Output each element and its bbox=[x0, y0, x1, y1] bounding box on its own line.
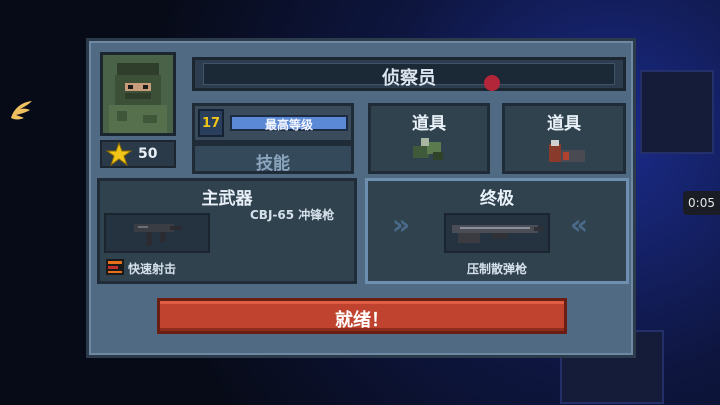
timer-badge: 0:05 bbox=[683, 191, 720, 215]
chevron-left-icon: « bbox=[570, 208, 589, 241]
chevron-right-icon: » bbox=[392, 208, 411, 241]
notification-dot bbox=[484, 75, 500, 91]
character-portrait[interactable] bbox=[100, 52, 176, 136]
primary-weapon-card[interactable]: 主武器 CBJ-65 冲锋枪 快速射击 bbox=[97, 178, 357, 284]
level-badge: 17 bbox=[198, 109, 224, 137]
level-progress-bar: 最高等级 bbox=[230, 115, 348, 132]
primary-weapon-trait: 快速射击 bbox=[128, 262, 177, 276]
rapid-fire-icon bbox=[106, 259, 124, 275]
item-slot-1[interactable]: 道具 bbox=[368, 103, 490, 174]
ammo-icon bbox=[549, 140, 585, 162]
skills-label: 技能 bbox=[256, 154, 290, 174]
star-count: 50 bbox=[138, 146, 158, 162]
ready-label: 就绪！ bbox=[335, 310, 389, 331]
character-name-bar: 侦察员 bbox=[192, 57, 626, 91]
star-counter: 50 bbox=[100, 140, 176, 168]
background-shape bbox=[640, 70, 714, 154]
ultimate-header: 终极 bbox=[480, 189, 514, 209]
item-slot-2-label: 道具 bbox=[547, 114, 581, 134]
skills-button[interactable]: 技能 bbox=[192, 143, 354, 174]
ready-button[interactable]: 就绪！ bbox=[157, 298, 567, 334]
primary-weapon-name: CBJ-65 冲锋枪 bbox=[250, 208, 335, 222]
ultimate-weapon-slot bbox=[444, 213, 550, 253]
item-slot-1-label: 道具 bbox=[412, 114, 446, 134]
wing-icon[interactable] bbox=[8, 98, 34, 124]
level-bar-container: 17 最高等级 bbox=[192, 103, 354, 143]
level-status-label: 最高等级 bbox=[264, 118, 313, 132]
item-slot-2[interactable]: 道具 bbox=[502, 103, 626, 174]
star-icon bbox=[106, 142, 132, 166]
primary-weapon-slot bbox=[104, 213, 210, 253]
smg-icon bbox=[134, 224, 182, 246]
soldier-avatar-icon bbox=[103, 55, 173, 133]
character-name: 侦察员 bbox=[382, 68, 436, 89]
ultimate-weapon-name: 压制散弹枪 bbox=[466, 262, 527, 276]
grenade-icon bbox=[413, 138, 443, 160]
shotgun-icon bbox=[452, 225, 544, 243]
